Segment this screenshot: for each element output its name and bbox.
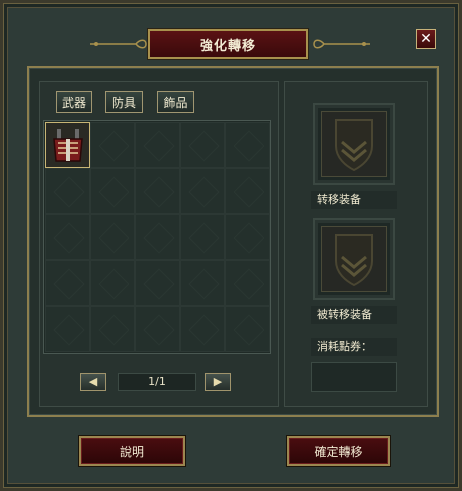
- inventory-slot[interactable]: [45, 306, 90, 352]
- inventory-slot[interactable]: [180, 260, 225, 306]
- crest-icon: [335, 234, 373, 287]
- inventory-slot[interactable]: [135, 168, 180, 214]
- inventory-slot[interactable]: [45, 168, 90, 214]
- cost-value-box: [311, 362, 397, 392]
- close-icon: ✕: [420, 31, 432, 47]
- page-indicator: 1/1: [118, 373, 196, 391]
- inventory-slot[interactable]: [90, 122, 135, 168]
- inventory-slot[interactable]: [180, 168, 225, 214]
- inventory-slot[interactable]: [225, 214, 270, 260]
- source-equipment-label: 转移装备: [311, 191, 397, 209]
- title-ornament-right: [313, 39, 370, 49]
- cost-label: 消耗點券：: [311, 338, 397, 356]
- arrow-right-icon: ▶: [213, 375, 223, 388]
- help-button[interactable]: 說明: [79, 436, 185, 466]
- window-title: 強化轉移: [148, 29, 308, 59]
- inventory-slot[interactable]: [90, 306, 135, 352]
- prev-page-button[interactable]: ◀: [80, 373, 106, 391]
- confirm-transfer-button[interactable]: 確定轉移: [287, 436, 390, 466]
- inventory-slot[interactable]: [135, 306, 180, 352]
- inventory-slot[interactable]: [180, 214, 225, 260]
- inventory-slot[interactable]: [90, 168, 135, 214]
- inventory-slot[interactable]: [135, 122, 180, 168]
- inventory-slot[interactable]: [135, 260, 180, 306]
- inventory-grid: [43, 120, 271, 354]
- inventory-slot[interactable]: [45, 260, 90, 306]
- close-button[interactable]: ✕: [416, 29, 436, 49]
- inventory-slot[interactable]: [180, 122, 225, 168]
- tab-weapon[interactable]: 武器: [56, 91, 92, 113]
- inventory-slot[interactable]: [225, 260, 270, 306]
- inventory-slot[interactable]: [90, 260, 135, 306]
- target-equipment-slot[interactable]: [313, 218, 395, 300]
- armor-item-icon: [53, 129, 83, 162]
- inventory-slot[interactable]: [225, 122, 270, 168]
- target-equipment-label: 被转移装备: [311, 306, 397, 324]
- inventory-slot[interactable]: [90, 214, 135, 260]
- tab-accessory[interactable]: 飾品: [157, 91, 194, 113]
- inventory-slot[interactable]: [225, 168, 270, 214]
- inventory-slot[interactable]: [135, 214, 180, 260]
- next-page-button[interactable]: ▶: [205, 373, 231, 391]
- crest-icon: [335, 119, 373, 172]
- tab-armor[interactable]: 防具: [105, 91, 143, 113]
- source-equipment-slot[interactable]: [313, 103, 395, 185]
- inventory-slot[interactable]: [225, 306, 270, 352]
- arrow-left-icon: ◀: [88, 375, 98, 388]
- inventory-slot[interactable]: [45, 214, 90, 260]
- inventory-slot[interactable]: [45, 122, 90, 168]
- inventory-slot[interactable]: [180, 306, 225, 352]
- title-ornament-left: [90, 39, 147, 49]
